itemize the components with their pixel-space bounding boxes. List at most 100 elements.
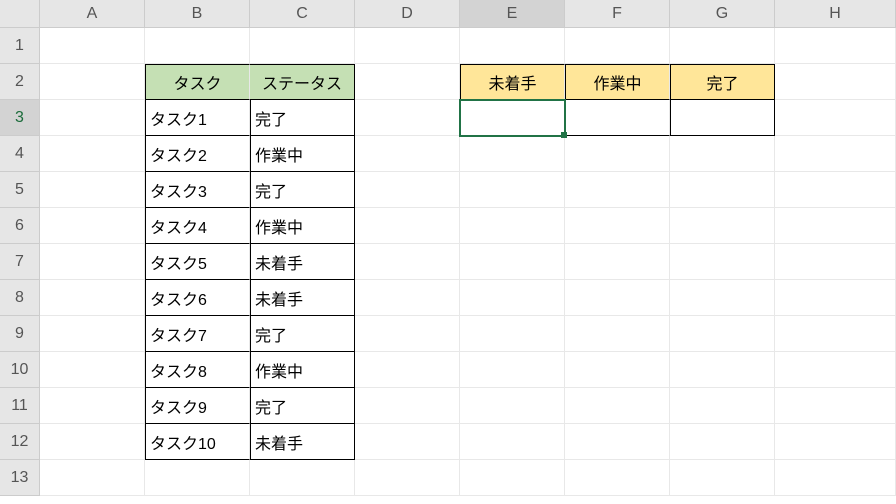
cell-H3[interactable] [775,100,896,136]
cell-E13[interactable] [460,460,565,496]
cell-D3[interactable] [355,100,460,136]
cell-G9[interactable] [670,316,775,352]
cell-B12[interactable]: タスク10 [145,424,250,460]
cell-A1[interactable] [40,28,145,64]
cell-D13[interactable] [355,460,460,496]
cell-A10[interactable] [40,352,145,388]
cell-G3[interactable] [670,100,775,136]
cell-E12[interactable] [460,424,565,460]
cell-B2[interactable]: タスク [145,64,250,100]
cell-D7[interactable] [355,244,460,280]
cell-B11[interactable]: タスク9 [145,388,250,424]
cell-B13[interactable] [145,460,250,496]
row-header-1[interactable]: 1 [0,28,40,64]
cell-C2[interactable]: ステータス [250,64,355,100]
cell-H7[interactable] [775,244,896,280]
cell-G4[interactable] [670,136,775,172]
col-header-D[interactable]: D [355,0,460,28]
cell-F13[interactable] [565,460,670,496]
cell-A7[interactable] [40,244,145,280]
cell-A6[interactable] [40,208,145,244]
cell-C5[interactable]: 完了 [250,172,355,208]
cell-A5[interactable] [40,172,145,208]
cell-D12[interactable] [355,424,460,460]
cell-F10[interactable] [565,352,670,388]
cell-E3[interactable] [460,100,565,136]
cell-G2[interactable]: 完了 [670,64,775,100]
col-header-H[interactable]: H [775,0,896,28]
row-header-2[interactable]: 2 [0,64,40,100]
row-header-10[interactable]: 10 [0,352,40,388]
cell-D10[interactable] [355,352,460,388]
cell-F4[interactable] [565,136,670,172]
row-header-5[interactable]: 5 [0,172,40,208]
row-header-4[interactable]: 4 [0,136,40,172]
cell-A12[interactable] [40,424,145,460]
cell-C8[interactable]: 未着手 [250,280,355,316]
select-all-corner[interactable] [0,0,40,28]
cell-E11[interactable] [460,388,565,424]
cell-C6[interactable]: 作業中 [250,208,355,244]
cell-H10[interactable] [775,352,896,388]
cell-B4[interactable]: タスク2 [145,136,250,172]
cell-B7[interactable]: タスク5 [145,244,250,280]
col-header-A[interactable]: A [40,0,145,28]
row-header-7[interactable]: 7 [0,244,40,280]
cell-A8[interactable] [40,280,145,316]
cell-E5[interactable] [460,172,565,208]
cell-B6[interactable]: タスク4 [145,208,250,244]
row-header-11[interactable]: 11 [0,388,40,424]
cell-C4[interactable]: 作業中 [250,136,355,172]
cell-D8[interactable] [355,280,460,316]
cell-C3[interactable]: 完了 [250,100,355,136]
cell-G10[interactable] [670,352,775,388]
col-header-G[interactable]: G [670,0,775,28]
row-header-3[interactable]: 3 [0,100,40,136]
cell-C1[interactable] [250,28,355,64]
cell-D5[interactable] [355,172,460,208]
cell-E9[interactable] [460,316,565,352]
cell-C7[interactable]: 未着手 [250,244,355,280]
cell-D2[interactable] [355,64,460,100]
cell-A9[interactable] [40,316,145,352]
cell-B10[interactable]: タスク8 [145,352,250,388]
cell-B1[interactable] [145,28,250,64]
cell-C9[interactable]: 完了 [250,316,355,352]
cell-F3[interactable] [565,100,670,136]
cell-H4[interactable] [775,136,896,172]
cell-G5[interactable] [670,172,775,208]
cell-E1[interactable] [460,28,565,64]
cell-C11[interactable]: 完了 [250,388,355,424]
cell-E6[interactable] [460,208,565,244]
cell-H2[interactable] [775,64,896,100]
row-header-9[interactable]: 9 [0,316,40,352]
cell-F5[interactable] [565,172,670,208]
cell-F9[interactable] [565,316,670,352]
cell-G6[interactable] [670,208,775,244]
cell-F8[interactable] [565,280,670,316]
cell-H13[interactable] [775,460,896,496]
cell-F12[interactable] [565,424,670,460]
cell-D4[interactable] [355,136,460,172]
cell-F2[interactable]: 作業中 [565,64,670,100]
cell-G8[interactable] [670,280,775,316]
cell-H5[interactable] [775,172,896,208]
cell-A4[interactable] [40,136,145,172]
cell-B3[interactable]: タスク1 [145,100,250,136]
spreadsheet-grid[interactable]: A B C D E F G H 1 2 タスク ステータス 未着手 作業中 完了… [0,0,896,496]
cell-E10[interactable] [460,352,565,388]
cell-F1[interactable] [565,28,670,64]
cell-F7[interactable] [565,244,670,280]
cell-G11[interactable] [670,388,775,424]
cell-D11[interactable] [355,388,460,424]
cell-G13[interactable] [670,460,775,496]
cell-G7[interactable] [670,244,775,280]
cell-A11[interactable] [40,388,145,424]
cell-E7[interactable] [460,244,565,280]
cell-B8[interactable]: タスク6 [145,280,250,316]
cell-H12[interactable] [775,424,896,460]
cell-H8[interactable] [775,280,896,316]
cell-A13[interactable] [40,460,145,496]
cell-C12[interactable]: 未着手 [250,424,355,460]
cell-D1[interactable] [355,28,460,64]
